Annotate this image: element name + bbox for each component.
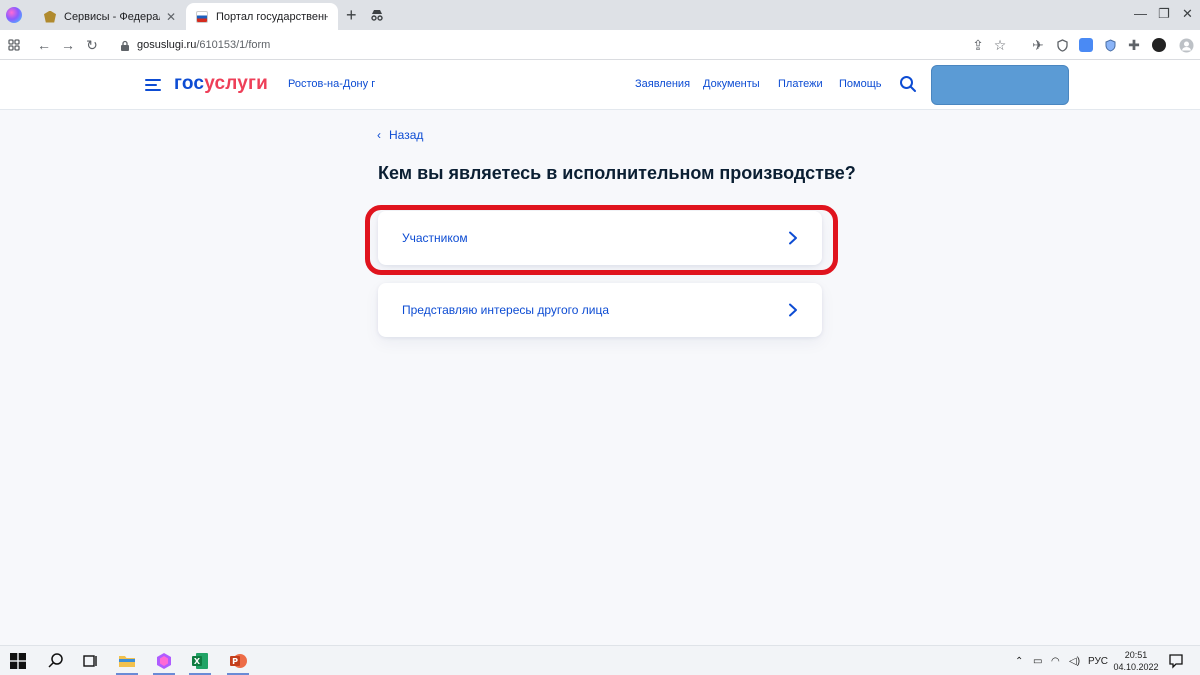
- translate-icon[interactable]: [1079, 38, 1093, 52]
- excel-icon[interactable]: X: [191, 652, 209, 670]
- tab-title: Портал государственных услуг Российской …: [216, 10, 328, 23]
- restore-button[interactable]: ❐: [1158, 6, 1170, 22]
- clock-date: 04.10.2022: [1113, 662, 1159, 672]
- rocket-icon[interactable]: ✈: [1030, 37, 1046, 53]
- window-close-button[interactable]: ✕: [1182, 6, 1193, 22]
- apps-grid-icon[interactable]: [6, 37, 22, 53]
- page-title: Кем вы являетесь в исполнительном произв…: [378, 163, 856, 183]
- incognito-icon[interactable]: [370, 8, 384, 22]
- tray-chevron-up-icon[interactable]: ⌃: [1015, 656, 1023, 667]
- back-link[interactable]: ‹ Назад: [377, 128, 423, 142]
- reload-icon[interactable]: ↻: [84, 37, 100, 53]
- back-arrow-icon[interactable]: ←: [36, 37, 52, 53]
- option-label: Представляю интересы другого лица: [402, 303, 610, 317]
- minimize-button[interactable]: —: [1134, 6, 1147, 21]
- russia-flag-icon: [196, 10, 208, 23]
- address-bar[interactable]: gosuslugi.ru/610153/1/form: [120, 35, 270, 55]
- logo-part-uslugi: услуги: [204, 73, 269, 94]
- tab-gosuslugi[interactable]: Портал государственных услуг Российской …: [186, 3, 338, 30]
- forward-arrow-icon[interactable]: →: [60, 37, 76, 53]
- volume-icon[interactable]: ◁): [1069, 656, 1080, 667]
- menu-burger-icon[interactable]: [145, 79, 161, 91]
- account-button[interactable]: [931, 65, 1069, 105]
- new-tab-button[interactable]: +: [346, 5, 357, 26]
- share-icon[interactable]: ⇪: [970, 37, 986, 53]
- browser-tab-strip: Сервисы - Федеральная служба судебных пр…: [0, 0, 1200, 30]
- wifi-icon[interactable]: ◠: [1051, 656, 1060, 667]
- tab-title: Сервисы - Федеральная служба судебных пр…: [64, 10, 160, 23]
- close-icon[interactable]: ✕: [166, 10, 176, 24]
- browser-menu-icon[interactable]: [6, 7, 22, 23]
- lock-icon: [121, 40, 129, 51]
- file-explorer-icon[interactable]: [118, 652, 136, 670]
- gosuslugi-logo[interactable]: госуслуги: [174, 73, 268, 95]
- system-clock[interactable]: 20:51 04.10.2022: [1113, 649, 1159, 673]
- windows-start-icon[interactable]: [10, 653, 26, 669]
- language-indicator[interactable]: РУС: [1088, 656, 1108, 667]
- notifications-icon[interactable]: [1168, 653, 1184, 669]
- url-path: /610153/1/form: [196, 39, 271, 51]
- nav-help[interactable]: Помощь: [839, 78, 882, 90]
- extension-cat-icon[interactable]: [1152, 38, 1166, 52]
- task-view-icon[interactable]: [81, 652, 99, 670]
- browser-app-icon[interactable]: [155, 652, 173, 670]
- tab-fssp[interactable]: Сервисы - Федеральная служба судебных пр…: [34, 3, 186, 30]
- back-label: Назад: [389, 128, 424, 142]
- chevron-right-icon: [789, 303, 797, 317]
- site-header: госуслуги Ростов-на-Дону г Заявления Док…: [0, 60, 1200, 110]
- search-icon[interactable]: [899, 75, 917, 93]
- logo-part-gos: гос: [174, 73, 205, 94]
- search-icon[interactable]: [47, 652, 65, 670]
- extensions-puzzle-icon[interactable]: ✚: [1126, 37, 1142, 53]
- browser-toolbar: ← → ↻ gosuslugi.ru/610153/1/form ⇪ ☆ ✈ ✚: [0, 30, 1200, 60]
- shield-icon[interactable]: [1054, 37, 1070, 53]
- clock-time: 20:51: [1124, 650, 1148, 660]
- svg-text:X: X: [194, 657, 201, 666]
- red-highlight-frame: [365, 205, 838, 275]
- url-domain: gosuslugi.ru: [137, 39, 197, 51]
- svg-text:P: P: [232, 657, 238, 666]
- adblock-shield-icon[interactable]: [1102, 37, 1118, 53]
- chevron-left-icon: ‹: [377, 128, 381, 142]
- nav-payments[interactable]: Платежи: [778, 78, 823, 90]
- region-selector[interactable]: Ростов-на-Дону г: [288, 78, 375, 90]
- windows-taskbar: X P ⌃ ▭ ◠ ◁) РУС 20:51 04.10.2022: [0, 645, 1200, 675]
- battery-icon[interactable]: ▭: [1033, 656, 1042, 667]
- nav-applications[interactable]: Заявления: [635, 78, 690, 90]
- profile-avatar-icon[interactable]: [1178, 37, 1194, 53]
- fssp-eagle-icon: [44, 10, 56, 23]
- nav-documents[interactable]: Документы: [703, 78, 760, 90]
- bookmark-star-icon[interactable]: ☆: [992, 37, 1008, 53]
- powerpoint-icon[interactable]: P: [229, 652, 247, 670]
- option-representative[interactable]: Представляю интересы другого лица: [378, 283, 822, 337]
